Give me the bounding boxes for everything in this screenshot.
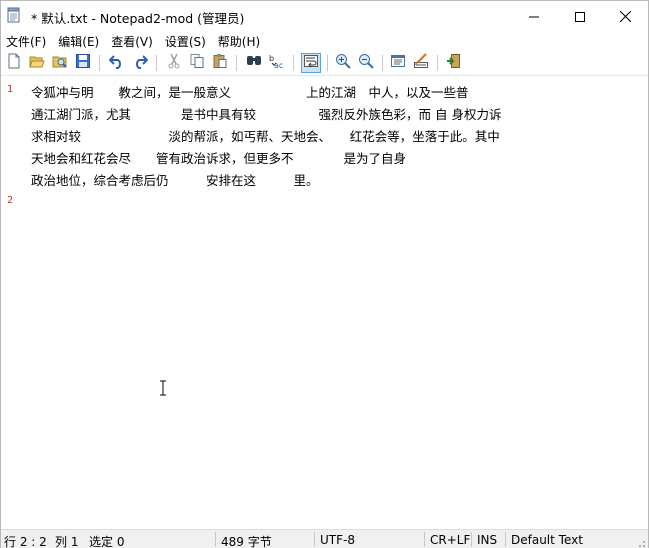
menu-edit[interactable]: 编辑(E) bbox=[52, 31, 105, 50]
menu-help[interactable]: 帮助(H) bbox=[212, 31, 266, 50]
notepad-document-icon bbox=[7, 7, 21, 23]
status-divider bbox=[505, 532, 506, 547]
line-number: 2 bbox=[7, 195, 14, 206]
status-divider bbox=[471, 532, 472, 547]
redo-button[interactable] bbox=[130, 53, 150, 73]
undo-icon bbox=[108, 53, 125, 73]
word-wrap-button[interactable] bbox=[301, 53, 321, 73]
menu-settings[interactable]: 设置(S) bbox=[159, 31, 212, 50]
status-scheme[interactable]: Default Text bbox=[511, 533, 583, 547]
new-file-icon bbox=[6, 53, 22, 73]
status-divider bbox=[215, 532, 216, 547]
text-cursor-icon bbox=[158, 380, 168, 396]
svg-text:ac: ac bbox=[274, 61, 283, 69]
toolbar-separator bbox=[293, 55, 294, 71]
toolbar-separator bbox=[382, 55, 383, 71]
text-line[interactable]: 通江湖门派，尤其 是书中具有较 强烈反外族色彩，而 自 身权力诉 bbox=[31, 104, 501, 123]
paste-icon bbox=[212, 53, 228, 73]
replace-icon: b ac bbox=[269, 53, 285, 73]
toolbar-separator bbox=[99, 55, 100, 71]
exit-button[interactable] bbox=[444, 53, 464, 73]
undo-button[interactable] bbox=[107, 53, 127, 73]
cut-icon bbox=[166, 53, 182, 73]
toolbar-separator bbox=[236, 55, 237, 71]
customize-scheme-icon bbox=[413, 53, 429, 73]
status-insert-mode[interactable]: INS bbox=[477, 533, 497, 547]
open-file-button[interactable] bbox=[27, 53, 47, 73]
close-button[interactable] bbox=[602, 1, 648, 31]
toolbar-separator bbox=[156, 55, 157, 71]
exit-icon bbox=[446, 53, 462, 73]
zoom-out-button[interactable] bbox=[356, 53, 376, 73]
cut-button[interactable] bbox=[164, 53, 184, 73]
save-icon bbox=[75, 53, 91, 73]
toolbar: b ac bbox=[1, 51, 648, 76]
maximize-icon bbox=[575, 7, 585, 26]
open-file-icon bbox=[29, 53, 45, 73]
minimize-button[interactable] bbox=[511, 1, 557, 31]
line-number: 1 bbox=[7, 84, 14, 95]
status-line-position: 行 2 : 2 bbox=[4, 535, 47, 548]
menu-view[interactable]: 查看(V) bbox=[105, 31, 159, 50]
select-scheme-icon bbox=[390, 53, 406, 73]
text-line[interactable]: 天地会和红花会尽 管有政治诉求，但更多不 是为了自身 bbox=[31, 148, 406, 167]
browse-button[interactable] bbox=[50, 53, 70, 73]
word-wrap-icon bbox=[303, 53, 319, 73]
copy-icon bbox=[189, 53, 205, 73]
status-file-size: 489 字节 bbox=[221, 535, 272, 548]
title-bar: * 默认.txt - Notepad2-mod (管理员) bbox=[1, 1, 648, 31]
maximize-button[interactable] bbox=[557, 1, 603, 31]
zoom-in-icon bbox=[335, 53, 351, 73]
find-button[interactable] bbox=[244, 53, 264, 73]
customize-scheme-button[interactable] bbox=[411, 53, 431, 73]
window-title: * 默认.txt - Notepad2-mod (管理员) bbox=[31, 11, 245, 26]
toolbar-separator bbox=[437, 55, 438, 71]
text-editor[interactable]: 1 令狐冲与明 教之间，是一般意义 上的江湖 中人，以及一些普 通江湖门派，尤其… bbox=[1, 76, 648, 528]
minimize-icon bbox=[529, 7, 539, 26]
menu-bar: 文件(F) 编辑(E) 查看(V) 设置(S) 帮助(H) bbox=[1, 31, 648, 50]
text-line[interactable]: 求相对较 淡的帮派，如丐帮、天地会、 红花会等，坐落于此。其中 bbox=[31, 126, 500, 145]
status-divider bbox=[314, 532, 315, 547]
find-icon bbox=[246, 53, 262, 73]
status-encoding[interactable]: UTF-8 bbox=[320, 533, 355, 547]
replace-button[interactable]: b ac bbox=[267, 53, 287, 73]
save-button[interactable] bbox=[73, 53, 93, 73]
select-scheme-button[interactable] bbox=[388, 53, 408, 73]
text-line[interactable]: 政治地位，综合考虑后仍 安排在这 里。 bbox=[31, 170, 319, 189]
paste-button[interactable] bbox=[210, 53, 230, 73]
zoom-out-icon bbox=[358, 53, 374, 73]
status-selection: 选定 0 bbox=[89, 535, 125, 548]
status-bar: 行 2 : 2 列 1 选定 0 489 字节 UTF-8 CR+LF INS … bbox=[1, 529, 648, 548]
status-column: 列 1 bbox=[55, 535, 79, 548]
browse-icon bbox=[52, 53, 68, 73]
status-line-ending[interactable]: CR+LF bbox=[430, 533, 470, 547]
new-file-button[interactable] bbox=[4, 53, 24, 73]
copy-button[interactable] bbox=[187, 53, 207, 73]
zoom-in-button[interactable] bbox=[333, 53, 353, 73]
close-icon bbox=[619, 7, 631, 26]
notepad2-window: * 默认.txt - Notepad2-mod (管理员) 文件(F) 编辑(E… bbox=[0, 0, 649, 548]
toolbar-separator bbox=[327, 55, 328, 71]
resize-grip-icon[interactable] bbox=[636, 537, 646, 547]
menu-file[interactable]: 文件(F) bbox=[1, 31, 52, 50]
redo-icon bbox=[132, 53, 149, 73]
text-line[interactable]: 令狐冲与明 教之间，是一般意义 上的江湖 中人，以及一些普 bbox=[31, 82, 469, 101]
status-divider bbox=[424, 532, 425, 547]
